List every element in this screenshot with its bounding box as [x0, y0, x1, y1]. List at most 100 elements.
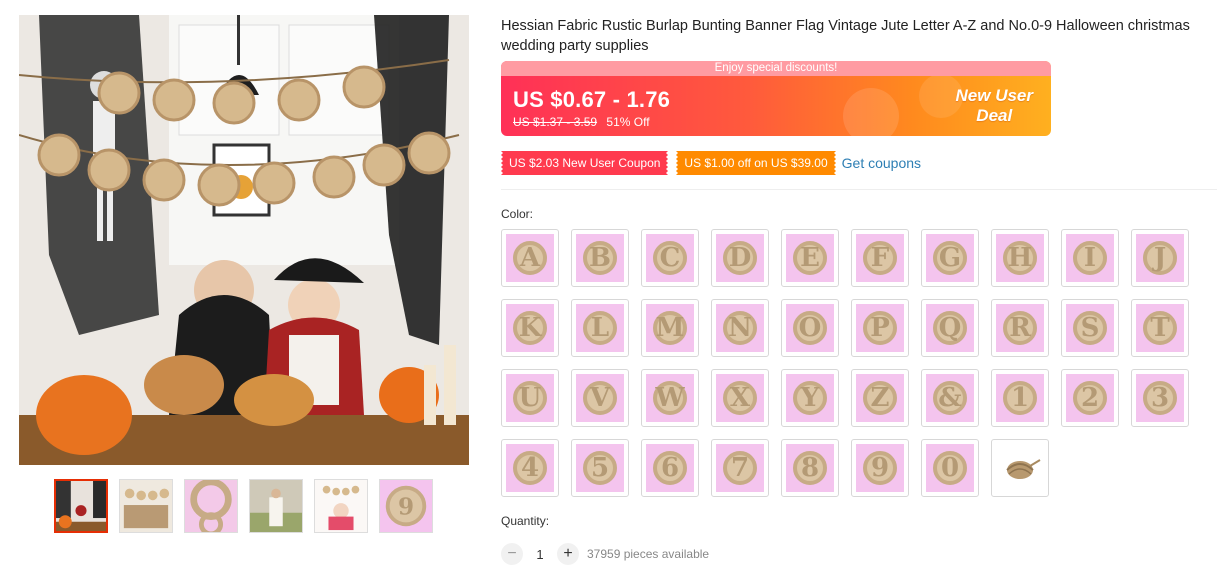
swatch-letter: 2 — [1080, 383, 1100, 413]
swatch-image: S — [1066, 304, 1114, 352]
color-option-j[interactable]: J — [1131, 229, 1189, 287]
swatch-letter: W — [655, 383, 685, 413]
color-option-x[interactable]: X — [711, 369, 769, 427]
quantity-label: Quantity: — [501, 514, 550, 528]
color-option-v[interactable]: V — [571, 369, 629, 427]
color-option-h[interactable]: H — [991, 229, 1049, 287]
swatch-letter: 0 — [940, 453, 960, 483]
coupon-row: US $2.03 New User Coupon US $1.00 off on… — [498, 151, 921, 175]
swatch-image: A — [506, 234, 554, 282]
thumbnail-strip: 9 — [54, 479, 433, 533]
color-option-e[interactable]: E — [781, 229, 839, 287]
color-option-7[interactable]: 7 — [711, 439, 769, 497]
swatch-letter: K — [518, 313, 542, 343]
swatch-letter: H — [1007, 243, 1033, 273]
color-option-k[interactable]: K — [501, 299, 559, 357]
swatch-image: P — [856, 304, 904, 352]
swatch-image: 2 — [1066, 374, 1114, 422]
color-option-t[interactable]: T — [1131, 299, 1189, 357]
swatch-letter: & — [938, 383, 962, 413]
swatch-image: V — [576, 374, 624, 422]
swatch-image: X — [716, 374, 764, 422]
swatch-letter: E — [800, 243, 820, 273]
swatch-letter: F — [870, 243, 890, 273]
swatch-letter: 6 — [660, 453, 680, 483]
color-option-i[interactable]: I — [1061, 229, 1119, 287]
swatch-image: 3 — [1136, 374, 1184, 422]
color-option-f[interactable]: F — [851, 229, 909, 287]
swatch-image: D — [716, 234, 764, 282]
swatch-image: B — [576, 234, 624, 282]
color-option-m[interactable]: M — [641, 299, 699, 357]
quantity-increase-button[interactable]: + — [557, 543, 579, 565]
thumbnail-4[interactable] — [249, 479, 303, 533]
thumbnail-1-image — [56, 481, 106, 531]
color-option-6[interactable]: 6 — [641, 439, 699, 497]
color-option-r[interactable]: R — [991, 299, 1049, 357]
thumbnail-6-image: 9 — [380, 480, 432, 532]
swatch-image: F — [856, 234, 904, 282]
color-option-z[interactable]: Z — [851, 369, 909, 427]
thumbnail-2[interactable] — [119, 479, 173, 533]
color-option-5[interactable]: 5 — [571, 439, 629, 497]
color-option-n[interactable]: N — [711, 299, 769, 357]
swatch-letter: 8 — [800, 453, 820, 483]
swatch-image: 8 — [786, 444, 834, 492]
color-option-w[interactable]: W — [641, 369, 699, 427]
swatch-image: 7 — [716, 444, 764, 492]
color-option-q[interactable]: Q — [921, 299, 979, 357]
swatch-letter: V — [589, 383, 611, 413]
color-option-4[interactable]: 4 — [501, 439, 559, 497]
quantity-decrease-button[interactable]: − — [501, 543, 523, 565]
color-option-o[interactable]: O — [781, 299, 839, 357]
swatch-image: L — [576, 304, 624, 352]
color-option-p[interactable]: P — [851, 299, 909, 357]
color-option-1[interactable]: 1 — [991, 369, 1049, 427]
thumbnail-4-image — [250, 480, 302, 532]
thumbnail-6[interactable]: 9 — [379, 479, 433, 533]
swatch-image: C — [646, 234, 694, 282]
color-option-d[interactable]: D — [711, 229, 769, 287]
swatch-letter: 4 — [520, 453, 540, 483]
swatch-image: Y — [786, 374, 834, 422]
color-label: Color: — [501, 207, 534, 221]
get-coupons-link[interactable]: Get coupons — [842, 155, 921, 171]
thumbnail-3[interactable] — [184, 479, 238, 533]
thumbnail-5[interactable] — [314, 479, 368, 533]
color-option-2[interactable]: 2 — [1061, 369, 1119, 427]
current-price: US $0.67 - 1.76 — [513, 87, 671, 112]
color-option-a[interactable]: A — [501, 229, 559, 287]
swatch-letter: C — [659, 243, 681, 273]
color-option-0[interactable]: 0 — [921, 439, 979, 497]
swatch-letter: X — [729, 383, 751, 413]
color-option-c[interactable]: C — [641, 229, 699, 287]
swatch-letter: J — [1153, 243, 1167, 273]
swatch-image: K — [506, 304, 554, 352]
new-user-coupon[interactable]: US $2.03 New User Coupon — [498, 151, 671, 175]
deal-line-2: Deal — [976, 106, 1013, 125]
color-option-u[interactable]: U — [501, 369, 559, 427]
deal-line-1: New User — [955, 86, 1033, 105]
color-option-ampersand[interactable]: & — [921, 369, 979, 427]
swatch-image: 4 — [506, 444, 554, 492]
store-coupon[interactable]: US $1.00 off on US $39.00 — [674, 151, 838, 175]
color-option-3[interactable]: 3 — [1131, 369, 1189, 427]
discount-strip: Enjoy special discounts! — [501, 61, 1051, 76]
thumbnail-1[interactable] — [54, 479, 108, 533]
color-option-8[interactable]: 8 — [781, 439, 839, 497]
discount-percent: 51% Off — [606, 115, 650, 129]
color-option-rope[interactable] — [991, 439, 1049, 497]
color-option-y[interactable]: Y — [781, 369, 839, 427]
swatch-letter: 7 — [730, 453, 750, 483]
quantity-value[interactable]: 1 — [523, 547, 557, 562]
color-option-l[interactable]: L — [571, 299, 629, 357]
color-option-b[interactable]: B — [571, 229, 629, 287]
swatch-letter: Y — [800, 383, 820, 413]
swatch-letter: U — [518, 383, 542, 413]
svg-text:9: 9 — [398, 494, 414, 521]
swatch-letter: D — [728, 243, 752, 273]
main-product-image[interactable] — [19, 15, 469, 465]
color-option-9[interactable]: 9 — [851, 439, 909, 497]
color-option-s[interactable]: S — [1061, 299, 1119, 357]
color-option-g[interactable]: G — [921, 229, 979, 287]
